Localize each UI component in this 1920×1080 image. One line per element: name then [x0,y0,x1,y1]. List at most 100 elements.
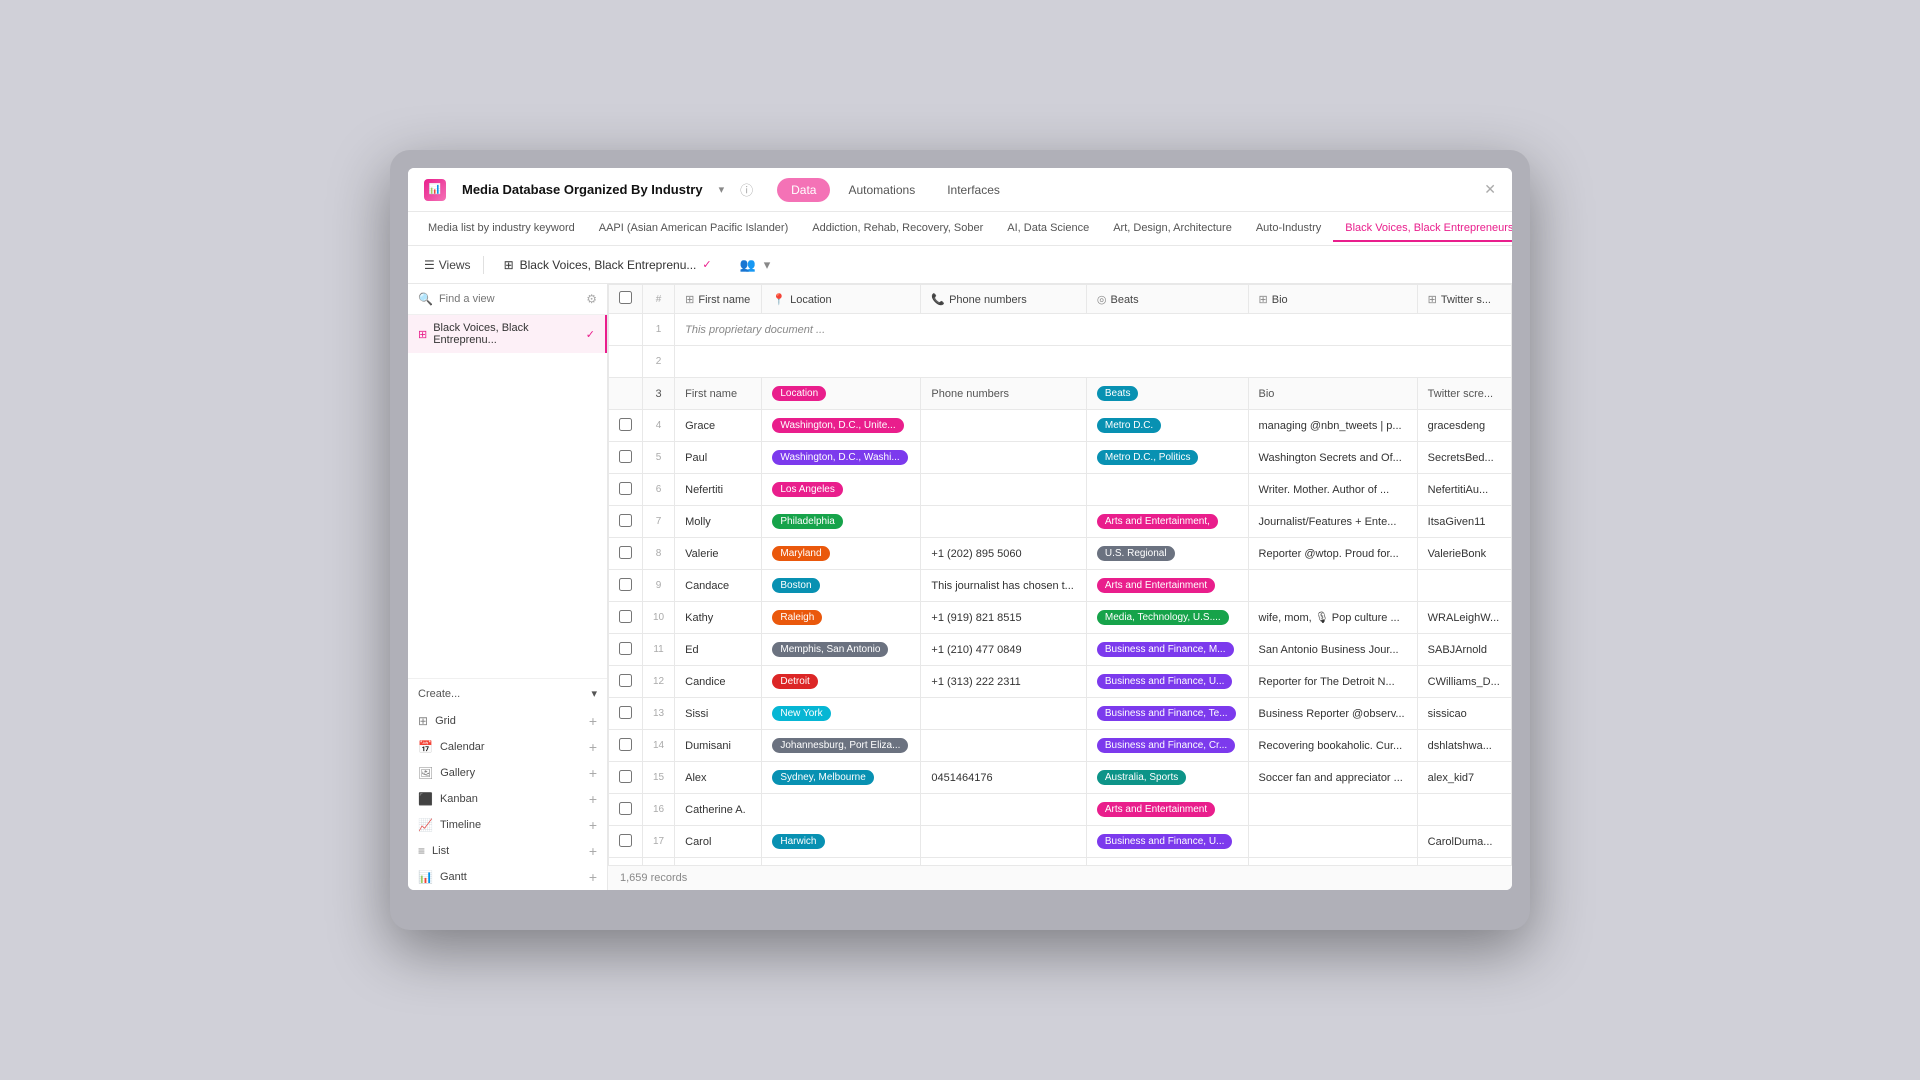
create-grid-item[interactable]: ⊞ Grid + [408,708,607,734]
db-tab-media-list[interactable]: Media list by industry keyword [416,216,587,242]
cell-bio [1248,570,1417,602]
col-checkbox[interactable] [609,285,643,314]
cell-bio: Journalist/Features + Ente... [1248,506,1417,538]
col-first-name[interactable]: ⊞First name [675,285,762,314]
create-header[interactable]: Create... ▾ [408,679,607,708]
cell-twitter [1417,794,1511,826]
cell-bio: Business Reporter @observ... [1248,698,1417,730]
table-row: 9 Candace Boston This journalist has cho… [609,570,1512,602]
search-icon: 🔍 [418,292,433,306]
nav-tab-interfaces[interactable]: Interfaces [933,178,1014,202]
calendar-icon: 📅 [418,740,433,754]
create-kanban-item[interactable]: ⬛ Kanban + [408,786,607,812]
gallery-icon: 🖼 [418,766,433,780]
cell-location: Washington, D.C., Washi... [762,442,921,474]
table-row: 12 Candice Detroit +1 (313) 222 2311 Bus… [609,666,1512,698]
db-tab-black-voices[interactable]: Black Voices, Black Entrepreneurship, Bl… [1333,216,1512,242]
row-checkbox[interactable] [619,738,632,751]
cell-twitter: ValerieBonk [1417,538,1511,570]
row-checkbox[interactable] [619,546,632,559]
cell-phone [921,698,1086,730]
search-input[interactable] [439,293,580,305]
cell-bio: Soccer fan and appreciator ... [1248,762,1417,794]
views-icon: ☰ [424,258,435,272]
row-checkbox[interactable] [619,706,632,719]
gantt-icon: 📊 [418,870,433,884]
cell-name: Catherine A. [675,794,762,826]
cell-bio: wife, mom, 🎙 Pop culture ... [1248,602,1417,634]
cell-phone: +1 (404) 832 8262 [921,858,1086,866]
cell-bio: Reporter @wtop. Proud for... [1248,538,1417,570]
create-gallery-item[interactable]: 🖼 Gallery + [408,760,607,786]
create-chevron-icon: ▾ [591,687,597,700]
db-tab-addiction[interactable]: Addiction, Rehab, Recovery, Sober [800,216,995,242]
create-timeline-item[interactable]: 📈 Timeline + [408,812,607,838]
row-checkbox[interactable] [619,610,632,623]
people-icon[interactable]: 👥 [740,257,756,273]
create-list-item[interactable]: ≡ List + [408,838,607,864]
create-timeline-label: Timeline [440,819,481,831]
row-checkbox[interactable] [619,770,632,783]
plus-icon: + [589,713,597,729]
sidebar-check-icon: ✓ [586,328,595,341]
cell-location: Harwich [762,826,921,858]
select-all-checkbox[interactable] [619,291,632,304]
table-row: 16 Catherine A. Arts and Entertainment [609,794,1512,826]
plus-icon-gal: + [589,765,597,781]
table-row: 14 Dumisani Johannesburg, Port Eliza... … [609,730,1512,762]
cell-bio: Recovering bookaholic. Cur... [1248,730,1417,762]
row-checkbox[interactable] [619,482,632,495]
create-calendar-item[interactable]: 📅 Calendar + [408,734,607,760]
timeline-icon: 📈 [418,818,433,832]
db-tab-aapi[interactable]: AAPI (Asian American Pacific Islander) [587,216,801,242]
cell-location: Los Angeles [762,474,921,506]
create-gantt-item[interactable]: 📊 Gantt + [408,864,607,890]
row-checkbox[interactable] [619,418,632,431]
cell-twitter: CarolDuma... [1417,826,1511,858]
db-tab-auto[interactable]: Auto-Industry [1244,216,1333,242]
grid-icon: ⊞ [418,714,428,728]
cell-name: Dumisani [675,730,762,762]
cell-beats: Arts and Entertainment, [1086,506,1248,538]
views-button[interactable]: ☰ Views [424,258,471,272]
toolbar-action-icons: 👥 ▾ [740,257,771,273]
row-checkbox[interactable] [619,802,632,815]
current-view-tag[interactable]: ⊞ Black Voices, Black Entreprenu... ✓ [496,255,720,275]
close-button[interactable]: ✕ [1484,181,1496,198]
nav-tab-data[interactable]: Data [777,178,830,202]
chevron-down-icon[interactable]: ▾ [764,257,771,273]
table-row: 18 Katie Atlanta +1 (404) 832 8262 Busin… [609,858,1512,866]
sidebar-view-item-black-voices[interactable]: ⊞ Black Voices, Black Entreprenu... ✓ [408,315,607,353]
cell-name: Katie [675,858,762,866]
col-bio[interactable]: ⊞Bio [1248,285,1417,314]
beats-header-tag: Beats [1097,386,1139,401]
col-location[interactable]: 📍Location [762,285,921,314]
gear-icon[interactable]: ⚙ [586,292,597,306]
db-tab-ai[interactable]: AI, Data Science [995,216,1101,242]
cell-name: Candice [675,666,762,698]
cell-bio [1248,794,1417,826]
row-checkbox[interactable] [619,642,632,655]
table-row: 10 Kathy Raleigh +1 (919) 821 8515 Media… [609,602,1512,634]
col-twitter[interactable]: ⊞Twitter s... [1417,285,1511,314]
cell-phone: This journalist has chosen t... [921,570,1086,602]
row-checkbox[interactable] [619,578,632,591]
table-scroll[interactable]: # ⊞First name 📍Location 📞Phone numbers ◎… [608,284,1512,865]
row-checkbox[interactable] [619,450,632,463]
col-beats[interactable]: ◎Beats [1086,285,1248,314]
plus-icon-tim: + [589,817,597,833]
row-checkbox[interactable] [619,834,632,847]
table-row-2: 2 [609,346,1512,378]
cell-bio: Reporter for The Detroit N... [1248,666,1417,698]
toolbar: ☰ Views ⊞ Black Voices, Black Entreprenu… [408,246,1512,284]
cell-twitter: WRALeighW... [1417,602,1511,634]
row-checkbox[interactable] [619,514,632,527]
info-icon[interactable]: ⓘ [740,180,753,199]
row-checkbox[interactable] [619,674,632,687]
db-tab-art[interactable]: Art, Design, Architecture [1101,216,1244,242]
col-phone[interactable]: 📞Phone numbers [921,285,1086,314]
cell-name: Ed [675,634,762,666]
dropdown-arrow-icon[interactable]: ▾ [719,183,725,196]
plus-icon-lst: + [589,843,597,859]
nav-tab-automations[interactable]: Automations [834,178,929,202]
